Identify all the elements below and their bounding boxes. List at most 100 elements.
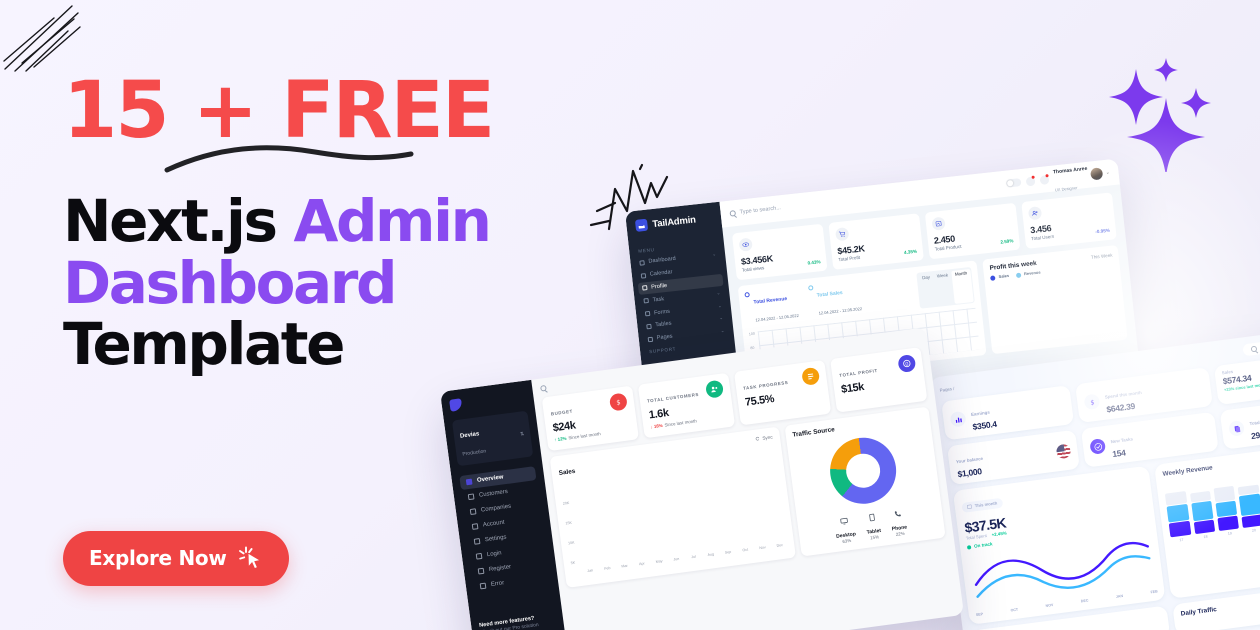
- search-input[interactable]: Type to search...: [729, 205, 781, 217]
- weekly-revenue-panel: Weekly Revenue 17 18 19 20 21 23: [1154, 441, 1260, 599]
- stat-label: Earnings: [970, 409, 991, 417]
- x-axis-tick: OCT: [1010, 607, 1019, 613]
- stat-label: TASK PROGRESS: [742, 379, 789, 391]
- chevron-down-icon: ⌄: [716, 289, 721, 296]
- sidebar-item-label: Forms: [653, 308, 671, 316]
- dark-mode-toggle[interactable]: [1005, 178, 1022, 188]
- tailadmin-logo-icon: [634, 218, 649, 232]
- devias-logo-icon: [449, 398, 463, 412]
- chevron-down-icon: ⌄: [1105, 169, 1110, 175]
- coin-icon: 0: [897, 353, 917, 374]
- period-chip[interactable]: This month: [961, 497, 1003, 513]
- tailadmin-brand-name: TailAdmin: [651, 213, 697, 230]
- sidebar-item-label: Customers: [478, 488, 509, 499]
- segment-month[interactable]: Month: [951, 268, 974, 304]
- list-icon: [643, 298, 649, 304]
- stat-label: Spend this month: [1104, 389, 1143, 400]
- stat-label: Total views: [741, 265, 765, 273]
- x-axis-tick: Mar: [621, 563, 628, 569]
- sidebar-item-label: Tables: [655, 320, 672, 329]
- x-axis-tick: JAN: [1115, 593, 1124, 599]
- x-axis-tick: Jan: [587, 568, 594, 574]
- y-axis-tick: 100: [748, 331, 756, 337]
- stat-card-total-profit: $45.2K Total Profit 4.35%: [828, 213, 924, 270]
- user-name: Thomas Anree: [1052, 165, 1088, 176]
- stat-label: Your balance: [955, 455, 984, 465]
- chevron-down-icon: ⌄: [719, 315, 724, 321]
- eye-icon: [738, 237, 753, 252]
- sales-chart-panel: Sync Sales 20K 15K 10K 5K Jan Feb Mar Ap…: [549, 426, 796, 588]
- dollar-icon: $: [1083, 393, 1101, 411]
- cursor-click-icon: [238, 546, 262, 570]
- period-segmented-control[interactable]: Day Week Month: [916, 266, 976, 309]
- user-icon: [642, 285, 648, 292]
- warning-icon: [479, 582, 487, 590]
- stat-card-total-profit: TOTAL PROFIT $15k 0: [830, 347, 928, 413]
- x-axis-tick: 18: [1203, 534, 1208, 540]
- devias-menu: Overview Customers Companies Account Set…: [459, 466, 550, 594]
- chevron-updown-icon: ⇅: [519, 431, 525, 438]
- sidebar-item-label: Settings: [484, 534, 507, 544]
- user-icon: [471, 523, 479, 530]
- search-input[interactable]: Search...: [1242, 334, 1260, 357]
- hero-line-3: Template: [63, 310, 345, 379]
- legend-value: 15%: [869, 534, 880, 541]
- calendar-icon: [640, 272, 647, 279]
- x-axis-tick: May: [655, 559, 663, 564]
- stat-card-total-views: $3.456K Total views 0.43%: [731, 223, 828, 281]
- period-select[interactable]: This Week: [1091, 253, 1113, 260]
- stat-label: New Tasks: [1110, 436, 1134, 445]
- stat-card-budget: BUDGET $24k ↑ 12% Since last month $: [541, 385, 639, 452]
- users-icon: [704, 379, 725, 399]
- search-icon[interactable]: [540, 384, 547, 392]
- search-icon: [729, 210, 737, 217]
- explore-now-button[interactable]: Explore Now: [63, 531, 289, 586]
- x-axis-tick: Jul: [691, 554, 697, 560]
- stat-value: 2935: [1250, 428, 1260, 442]
- sparkle-stars-decoration: [1109, 58, 1211, 172]
- legend-range: 12.04.2022 - 12.05.2022: [818, 305, 863, 316]
- hero-line-2: Dashboard: [63, 248, 398, 317]
- total-spent-panel: This month $37.5K Total Spent +2.45% On …: [952, 465, 1166, 625]
- users-icon: [467, 493, 475, 501]
- panel-title: Traffic Source: [792, 426, 836, 439]
- breadcrumb: Pages /: [939, 385, 955, 393]
- org-switcher[interactable]: Devias Production ⇅: [451, 410, 534, 467]
- chevron-down-icon: ⌄: [720, 328, 725, 334]
- stat-delta: 4.35%: [903, 248, 918, 256]
- legend-tablet: Tablet 15%: [864, 508, 882, 541]
- legend-label: Revenue: [1023, 269, 1041, 277]
- grid-icon: [639, 260, 645, 266]
- diagonal-lines-decoration: [3, 5, 81, 72]
- total-spent-delta: +2.45%: [991, 530, 1007, 538]
- stat-card-sales: Sales $574.34 +23% since last month: [1213, 352, 1260, 406]
- stat-label: TOTAL CUSTOMERS: [646, 391, 700, 404]
- notification-bell-icon[interactable]: [1025, 175, 1036, 187]
- traffic-donut-chart: [826, 433, 901, 508]
- legend-label: Total Revenue: [753, 296, 788, 306]
- legend-dot-icon: [990, 275, 997, 281]
- calendar-icon: [967, 504, 972, 509]
- stat-card-task-progress: TASK PROGRESS 75.5%: [733, 359, 832, 426]
- box-icon: [931, 216, 946, 231]
- bar-chart-icon: [949, 410, 967, 428]
- x-axis-tick: Oct: [742, 547, 749, 553]
- horizon-dashboard-mockup: Pages / Search... Earnings $350.4 $: [930, 326, 1260, 630]
- sidebar-item-label: Login: [486, 550, 502, 559]
- x-axis-tick: NOV: [1045, 603, 1054, 609]
- messages-icon[interactable]: [1039, 174, 1050, 185]
- stat-delta: ↓ 16%: [650, 422, 663, 430]
- x-axis-tick: Jun: [673, 556, 680, 562]
- table-icon: [646, 323, 652, 330]
- x-axis-tick: Dec: [776, 543, 784, 548]
- sync-icon: [756, 436, 760, 441]
- stat-label: Total Projects: [1249, 418, 1260, 427]
- list-icon: [801, 366, 821, 386]
- users-icon: [1027, 206, 1043, 221]
- stat-label: Total Users: [1030, 233, 1055, 242]
- sidebar-item-label: Dashboard: [648, 256, 677, 266]
- sidebar-item-label: Profile: [650, 282, 668, 291]
- legend-total-revenue: Total Revenue 12.04.2022 - 12.05.2022: [744, 286, 799, 327]
- stat-note: Since last month: [664, 418, 698, 428]
- legend-range: 12.04.2022 - 12.05.2022: [755, 312, 800, 323]
